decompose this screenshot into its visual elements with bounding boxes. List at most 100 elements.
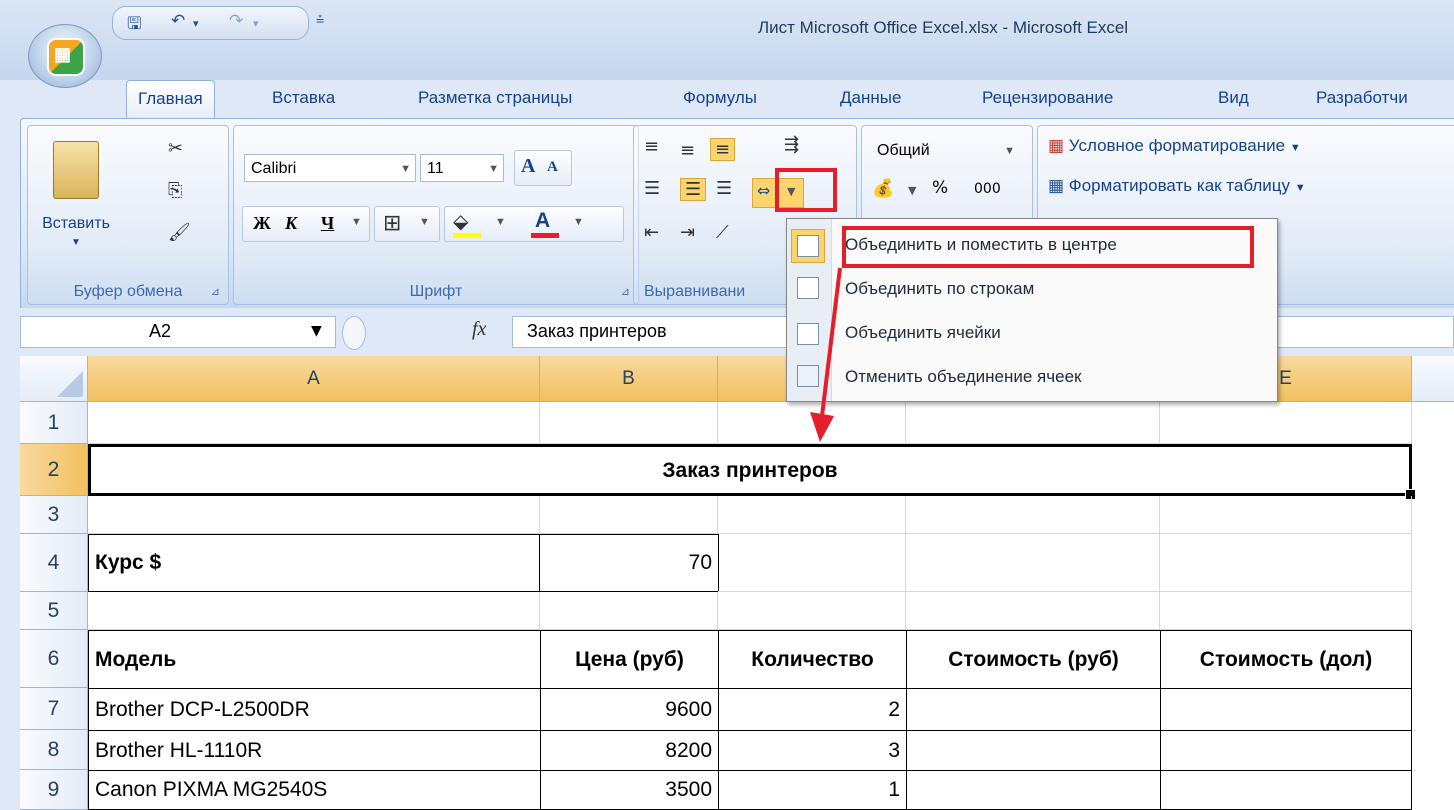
select-all-corner[interactable] <box>20 356 88 402</box>
cell-d4[interactable] <box>906 534 1160 592</box>
cell-d1[interactable] <box>906 402 1160 444</box>
table-row-7-cost-usd[interactable] <box>1160 688 1412 731</box>
increase-indent-icon[interactable]: ⇥ <box>680 222 695 243</box>
cell-a4[interactable]: Курс $ <box>88 534 540 592</box>
shrink-font-button[interactable]: A <box>547 159 558 176</box>
name-box[interactable]: A2 ▼ <box>20 316 336 348</box>
row-header-2[interactable]: 2 <box>20 444 88 496</box>
dialog-launcher-icon[interactable]: ⊿ <box>211 285 220 298</box>
decrease-indent-icon[interactable]: ⇤ <box>644 222 659 243</box>
office-button[interactable]: ▦ <box>28 24 102 88</box>
align-middle-icon[interactable]: ≡ <box>680 140 695 161</box>
number-format-combo[interactable]: Общий ▼ <box>870 136 1020 164</box>
conditional-formatting-button[interactable]: ▦ Условное форматирование ▼ <box>1048 136 1301 156</box>
format-as-table-button[interactable]: ▦ Форматировать как таблицу ▼ <box>1048 176 1306 196</box>
table-row-8-qty[interactable]: 3 <box>718 730 907 771</box>
bold-button[interactable]: Ж <box>253 213 271 234</box>
tab-insert[interactable]: Вставка <box>272 88 335 108</box>
cell-b1[interactable] <box>540 402 718 444</box>
align-center-icon[interactable]: ☰ <box>680 178 707 201</box>
row-header-8[interactable]: 8 <box>20 730 88 770</box>
cell-e4[interactable] <box>1160 534 1412 592</box>
tab-formulas[interactable]: Формулы <box>683 88 757 108</box>
redo-dropdown-icon[interactable]: ▾ <box>253 17 259 30</box>
cell-b4[interactable]: 70 <box>539 534 719 592</box>
header-cost-usd[interactable]: Стоимость (дол) <box>1160 630 1412 689</box>
align-bottom-icon[interactable]: ≡ <box>710 138 736 161</box>
column-header-a[interactable]: A <box>88 356 540 402</box>
align-top-icon[interactable]: ≡ <box>644 136 659 157</box>
table-row-9-cost-usd[interactable] <box>1160 770 1412 810</box>
cell-b5[interactable] <box>540 592 718 630</box>
row-header-4[interactable]: 4 <box>20 534 88 592</box>
table-row-8-model[interactable]: Brother HL-1110R <box>88 730 541 771</box>
menu-item-merge-across[interactable]: Объединить по строкам <box>845 279 1034 299</box>
tab-page-layout[interactable]: Разметка страницы <box>418 88 572 108</box>
italic-button[interactable]: К <box>285 213 297 234</box>
row-header-9[interactable]: 9 <box>20 770 88 810</box>
paste-button[interactable]: Вставить ▼ <box>32 132 120 262</box>
table-row-9-qty[interactable]: 1 <box>718 770 907 810</box>
cell-d5[interactable] <box>906 592 1160 630</box>
table-row-8-cost-usd[interactable] <box>1160 730 1412 771</box>
cell-e1[interactable] <box>1160 402 1412 444</box>
name-box-dropdown-icon[interactable]: ▼ <box>311 323 322 339</box>
redo-icon[interactable]: ↷ <box>229 11 243 31</box>
row-header-7[interactable]: 7 <box>20 688 88 730</box>
align-right-icon[interactable]: ☰ <box>716 178 732 199</box>
header-cost-rub[interactable]: Стоимость (руб) <box>906 630 1161 689</box>
table-row-8-cost-rub[interactable] <box>906 730 1161 771</box>
customize-qat-icon[interactable]: ⩮ <box>316 12 324 28</box>
format-painter-icon[interactable]: 🖌 <box>168 222 191 243</box>
align-left-icon[interactable]: ☰ <box>644 178 660 199</box>
cell-e3[interactable] <box>1160 496 1412 534</box>
tab-view[interactable]: Вид <box>1218 88 1249 108</box>
wrap-text-icon[interactable]: ⇶ <box>784 134 799 155</box>
font-size-combo[interactable]: 11 ▼ <box>420 154 504 182</box>
row-header-1[interactable]: 1 <box>20 402 88 444</box>
row-header-3[interactable]: 3 <box>20 496 88 534</box>
table-row-9-cost-rub[interactable] <box>906 770 1161 810</box>
cell-c4[interactable] <box>718 534 906 592</box>
column-header-f[interactable] <box>1412 356 1454 402</box>
orientation-icon[interactable]: ⟋ <box>716 222 729 243</box>
header-price[interactable]: Цена (руб) <box>540 630 719 689</box>
cell-a5[interactable] <box>88 592 540 630</box>
cut-icon[interactable]: ✂ <box>168 138 183 159</box>
table-row-9-model[interactable]: Canon PIXMA MG2540S <box>88 770 541 810</box>
font-color-icon[interactable]: A <box>535 209 550 233</box>
borders-button[interactable]: ⊞ ▼ <box>374 206 440 242</box>
header-model[interactable]: Модель <box>88 630 541 689</box>
tab-review[interactable]: Рецензирование <box>982 88 1113 108</box>
fill-color-icon[interactable]: ⬙ <box>453 209 468 234</box>
cell-b3[interactable] <box>540 496 718 534</box>
copy-icon[interactable]: ⎘ <box>168 180 182 201</box>
currency-icon[interactable]: 💰 <box>872 178 894 199</box>
cell-e5[interactable] <box>1160 592 1412 630</box>
cell-d3[interactable] <box>906 496 1160 534</box>
cell-a2-merged[interactable]: Заказ принтеров <box>88 444 1412 496</box>
table-row-7-model[interactable]: Brother DCP-L2500DR <box>88 688 541 731</box>
table-row-7-price[interactable]: 9600 <box>540 688 719 731</box>
row-header-6[interactable]: 6 <box>20 630 88 688</box>
cell-a1[interactable] <box>88 402 540 444</box>
table-row-8-price[interactable]: 8200 <box>540 730 719 771</box>
save-icon[interactable]: 🖫 <box>127 11 141 40</box>
header-qty[interactable]: Количество <box>718 630 907 689</box>
table-row-9-price[interactable]: 3500 <box>540 770 719 810</box>
menu-item-unmerge[interactable]: Отменить объединение ячеек <box>845 367 1081 387</box>
tab-developer[interactable]: Разработчи <box>1316 88 1408 108</box>
dialog-launcher-icon[interactable]: ⊿ <box>621 285 630 298</box>
column-header-b[interactable]: B <box>540 356 718 402</box>
table-row-7-cost-rub[interactable] <box>906 688 1161 731</box>
percent-button[interactable]: % <box>932 178 948 198</box>
table-row-7-qty[interactable]: 2 <box>718 688 907 731</box>
cell-c3[interactable] <box>718 496 906 534</box>
undo-dropdown-icon[interactable]: ▾ <box>193 17 199 30</box>
thousands-button[interactable]: 000 <box>974 181 1001 197</box>
menu-item-merge-cells[interactable]: Объединить ячейки <box>845 323 1001 343</box>
grow-font-button[interactable]: A <box>521 155 535 178</box>
tab-data[interactable]: Данные <box>840 88 901 108</box>
undo-icon[interactable]: ↶ <box>171 11 185 31</box>
insert-function-icon[interactable]: fx <box>472 318 486 341</box>
